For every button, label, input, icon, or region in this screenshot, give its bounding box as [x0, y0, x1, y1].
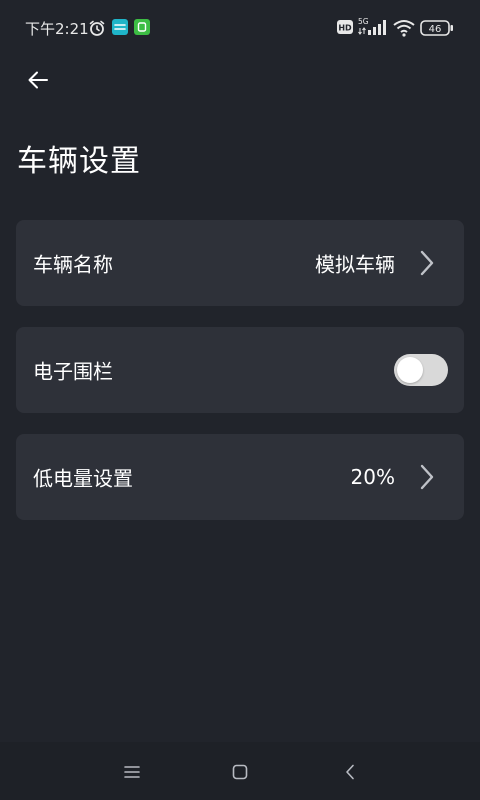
battery-level-label: 46	[429, 24, 442, 35]
toggle-knob	[397, 357, 423, 383]
low-battery-label: 低电量设置	[33, 466, 133, 491]
vehicle-name-value: 模拟车辆	[315, 252, 395, 277]
wifi-icon	[393, 20, 415, 37]
chevron-right-icon	[420, 464, 434, 490]
page-title: 车辆设置	[17, 144, 141, 179]
menu-icon	[124, 766, 140, 778]
vehicle-name-row[interactable]: 车辆名称 模拟车辆	[16, 220, 464, 306]
hd-label: HD	[338, 24, 352, 33]
arrow-left-icon	[28, 71, 48, 89]
chevron-left-icon	[346, 764, 354, 780]
cellular-signal-icon: 5G	[358, 17, 386, 35]
nav-home-button[interactable]	[226, 758, 254, 786]
nav-menu-button[interactable]	[118, 758, 146, 786]
alarm-clock-icon	[89, 20, 105, 36]
geofence-row: 电子围栏	[16, 327, 464, 413]
navigation-bar	[0, 742, 480, 800]
network-type-label: 5G	[358, 17, 369, 26]
nav-back-button[interactable]	[336, 758, 364, 786]
battery-icon: 46	[420, 20, 453, 36]
vehicle-name-label: 车辆名称	[33, 252, 113, 277]
app-notification-green-icon	[134, 19, 150, 35]
home-square-icon	[232, 764, 248, 780]
status-bar: 下午2:21 HD 5G 46	[0, 0, 480, 56]
hd-voice-icon: HD	[337, 20, 353, 34]
status-time: 下午2:21	[25, 20, 89, 38]
geofence-label: 电子围栏	[33, 359, 113, 384]
chevron-right-icon	[420, 250, 434, 276]
geofence-toggle[interactable]	[394, 354, 448, 386]
low-battery-value: 20%	[350, 465, 395, 489]
low-battery-row[interactable]: 低电量设置 20%	[16, 434, 464, 520]
back-button[interactable]	[22, 64, 54, 96]
app-notification-teal-icon	[112, 19, 128, 35]
